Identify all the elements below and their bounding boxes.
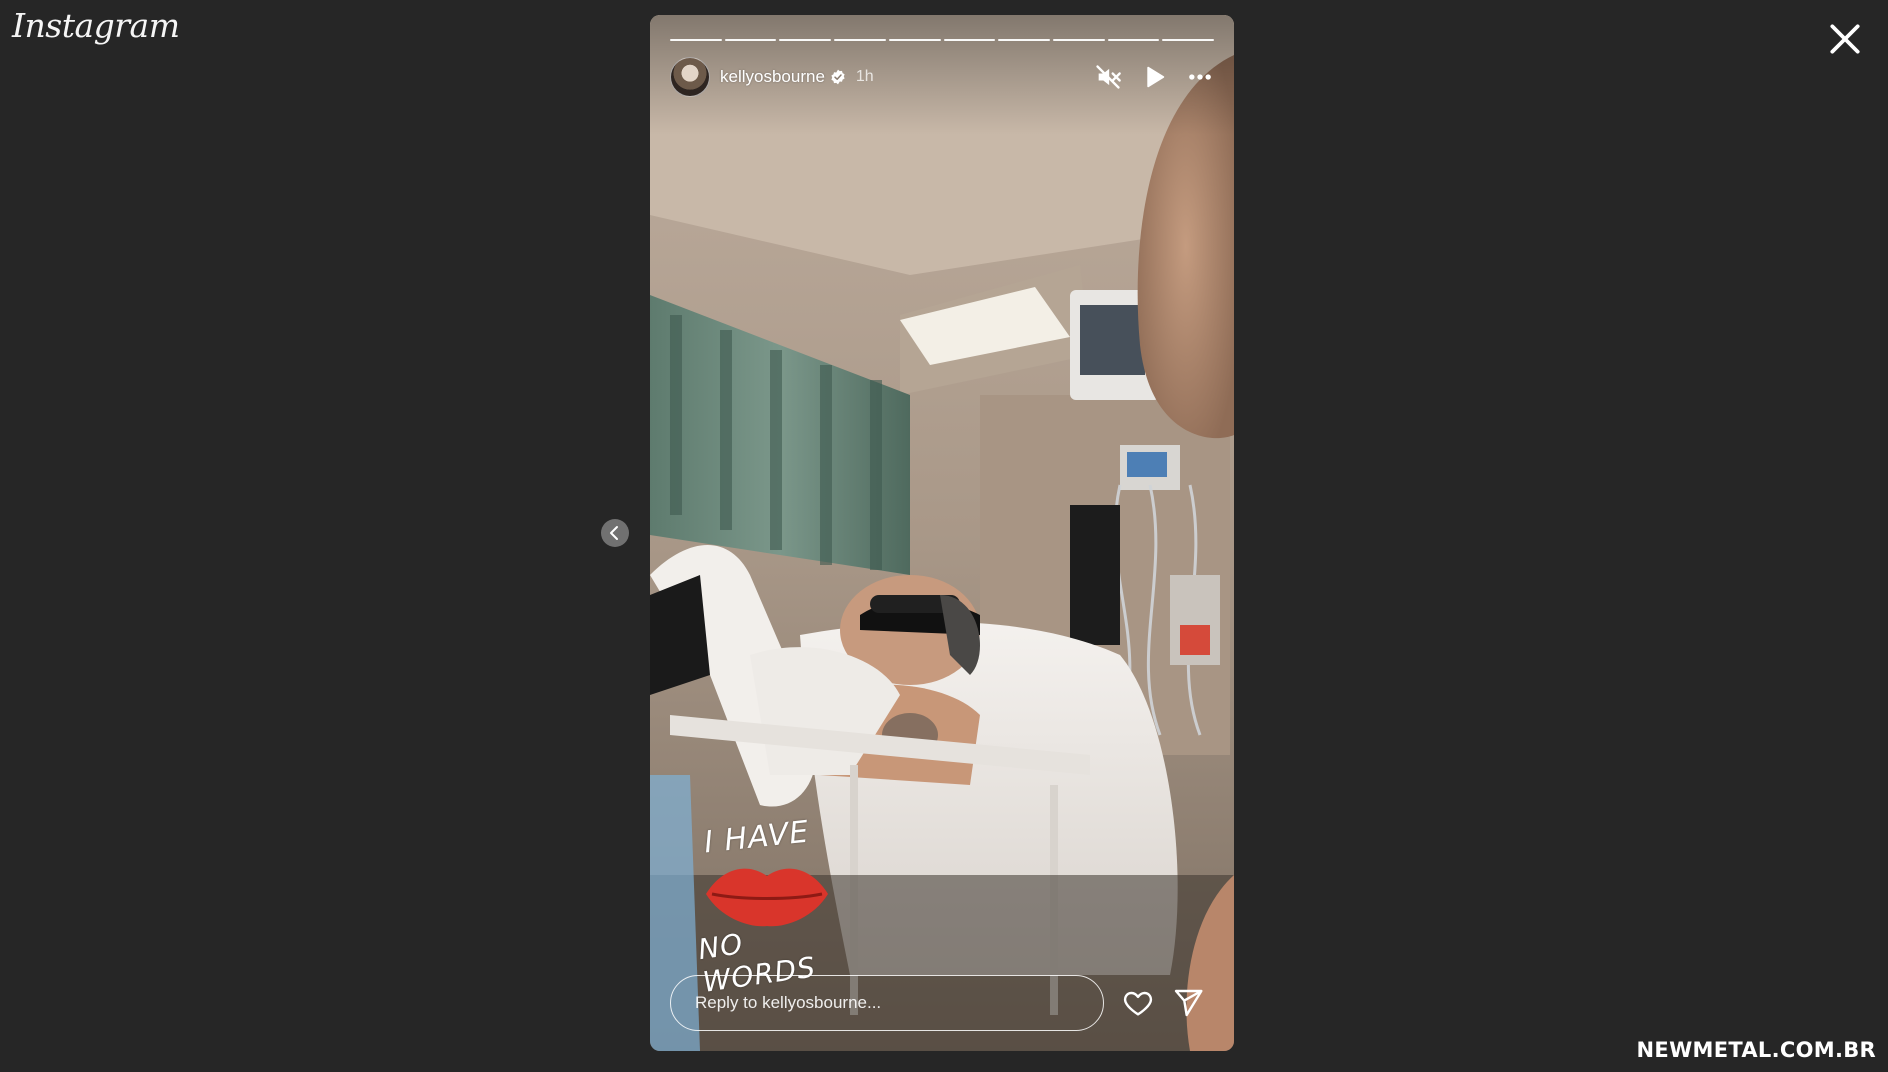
more-options-icon[interactable] [1186, 63, 1214, 91]
close-icon[interactable] [1826, 20, 1864, 58]
username-link[interactable]: kellyosbourne [720, 67, 825, 87]
progress-segment [779, 39, 832, 41]
progress-segment [670, 39, 722, 41]
progress-segment [724, 39, 777, 41]
instagram-logo[interactable]: Instagram [12, 6, 180, 45]
story-viewer[interactable]: kellyosbourne 1h I HAVE NO WORDS Reply t… [650, 15, 1234, 1051]
reply-input[interactable] [670, 975, 1104, 1031]
previous-story-button[interactable] [601, 519, 629, 547]
progress-segment [943, 39, 996, 41]
progress-segment [834, 39, 886, 41]
reply-bar [670, 975, 1214, 1031]
story-progress-bar [670, 39, 1215, 41]
speaker-muted-icon[interactable] [1094, 63, 1122, 91]
story-sticker: I HAVE NO WORDS [696, 810, 860, 999]
watermark: NEWMETAL.COM.BR [1636, 1038, 1876, 1062]
progress-segment [1052, 39, 1105, 41]
avatar[interactable] [670, 57, 710, 97]
story-timestamp: 1h [855, 68, 874, 85]
send-icon[interactable] [1172, 987, 1204, 1019]
progress-segment [1162, 39, 1215, 41]
progress-segment [998, 39, 1050, 41]
chevron-left-icon [610, 526, 618, 540]
story-header: kellyosbourne 1h [670, 57, 1214, 97]
play-icon[interactable] [1140, 63, 1168, 91]
progress-segment [888, 39, 941, 41]
sticker-text-top: I HAVE [702, 814, 811, 861]
progress-segment [1107, 39, 1160, 41]
verified-badge-icon [831, 69, 845, 85]
heart-icon[interactable] [1122, 987, 1154, 1019]
